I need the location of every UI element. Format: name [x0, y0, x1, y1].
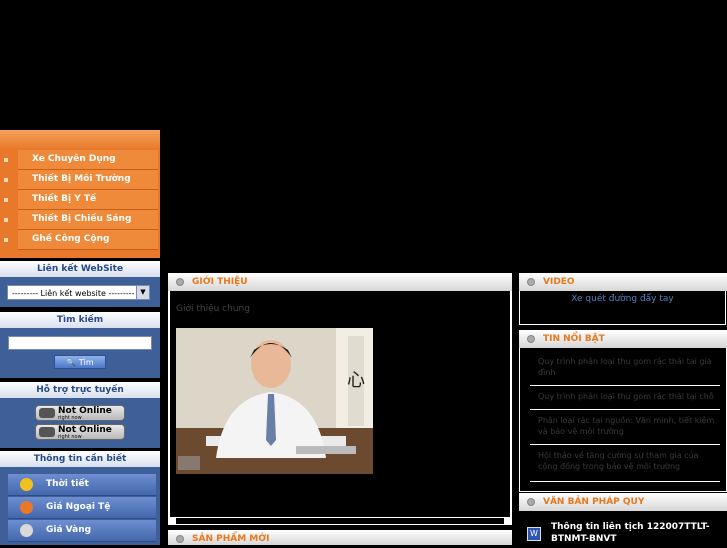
- search-panel: Tìm kiếm 🔍 Tìm: [0, 312, 160, 378]
- info-item-weather[interactable]: Thời tiết: [8, 474, 156, 496]
- intro-border-left: [168, 291, 170, 519]
- video-box: Xe quét đường đẩy tay: [519, 291, 726, 325]
- support-panel: Hỗ trợ trực tuyến Not Online right now N…: [0, 382, 160, 448]
- divider: [530, 385, 720, 386]
- intro-border-right: [510, 291, 512, 519]
- search-button[interactable]: 🔍 Tìm: [54, 355, 106, 369]
- menu-item[interactable]: Xe Chuyên Dụng: [4, 150, 158, 170]
- circle-bullet-icon: [527, 498, 535, 506]
- yahoo-status-button[interactable]: Not Online right now: [35, 405, 125, 421]
- video-link[interactable]: Xe quét đường đẩy tay: [520, 294, 725, 304]
- legal-doc-link[interactable]: Thông tin liên tịch 122007TTLT-BTNMT-BNV…: [551, 521, 721, 545]
- legal-header: VĂN BẢN PHÁP QUY: [519, 493, 727, 511]
- svg-text:心: 心: [347, 370, 365, 391]
- category-menu: Xe Chuyên Dụng Thiết Bị Môi Trường Thiết…: [0, 130, 160, 258]
- bullet-icon: [4, 157, 8, 162]
- info-item-gold[interactable]: Giá Vàng: [8, 520, 156, 542]
- circle-bullet-icon: [176, 278, 184, 286]
- menu-item[interactable]: Thiết Bị Y Tế: [4, 190, 158, 210]
- search-input[interactable]: [8, 336, 152, 350]
- news-item[interactable]: Hội thảo về tăng cường sự tham gia của c…: [538, 450, 718, 472]
- menu-item[interactable]: Thiết Bị Chiếu Sáng: [4, 210, 158, 230]
- chevron-down-icon[interactable]: ▼: [136, 286, 149, 299]
- intro-header: GIỚI THIỆU: [168, 273, 512, 291]
- document-icon: W: [527, 527, 541, 541]
- links-panel: Liên kết WebSite --------- Liên kết webs…: [0, 261, 160, 307]
- info-title: Thông tin cần biết: [0, 451, 160, 467]
- news-item[interactable]: Quy trình phân loại thu gom rác thải tại…: [538, 356, 718, 378]
- menu-item[interactable]: Ghế Công Cộng: [4, 230, 158, 250]
- divider: [530, 409, 720, 410]
- featured-header: TIN NỔI BẬT: [519, 330, 727, 348]
- bullet-icon: [4, 217, 8, 222]
- gold-icon: [20, 524, 33, 537]
- intro-footer-inner: [176, 518, 504, 524]
- yahoo-status-button[interactable]: Not Online right now: [35, 424, 125, 440]
- menu-header-bar: [0, 130, 160, 150]
- news-item[interactable]: Phân loại rác tại nguồn: Văn minh, tiết …: [538, 415, 718, 437]
- legal-box: W Thông tin liên tịch 122007TTLT-BTNMT-B…: [519, 511, 727, 545]
- search-title: Tìm kiếm: [0, 312, 160, 328]
- bullet-icon: [4, 197, 8, 202]
- bullet-icon: [4, 177, 8, 182]
- divider: [530, 481, 720, 482]
- news-item[interactable]: Quy trình phân loại thu gom rác thải tại…: [538, 391, 718, 402]
- new-products-header: SẢN PHẨM MỚI: [168, 530, 512, 545]
- portrait-image: 心: [176, 328, 373, 474]
- links-select[interactable]: --------- Liên kết website --------- ▼: [7, 285, 150, 300]
- sun-icon: [20, 478, 33, 491]
- divider: [530, 444, 720, 445]
- search-icon: 🔍: [66, 358, 77, 367]
- info-item-currency[interactable]: Giá Ngoại Tệ: [8, 497, 156, 519]
- menu-item[interactable]: Thiết Bị Môi Trường: [4, 170, 158, 190]
- currency-icon: [20, 501, 33, 514]
- links-title: Liên kết WebSite: [0, 261, 160, 277]
- circle-bullet-icon: [527, 335, 535, 343]
- intro-subtitle: Giới thiệu chung: [176, 304, 250, 314]
- intro-photo: 心: [176, 328, 373, 474]
- info-panel: Thông tin cần biết Thời tiết Giá Ngoại T…: [0, 451, 160, 545]
- video-header: VIDEO: [519, 273, 727, 291]
- featured-box: Quy trình phân loại thu gom rác thải tại…: [519, 348, 727, 492]
- messenger-icon: [39, 408, 55, 418]
- support-title: Hỗ trợ trực tuyến: [0, 382, 160, 398]
- circle-bullet-icon: [176, 535, 184, 543]
- circle-bullet-icon: [527, 278, 535, 286]
- bullet-icon: [4, 237, 8, 242]
- messenger-icon: [39, 427, 55, 437]
